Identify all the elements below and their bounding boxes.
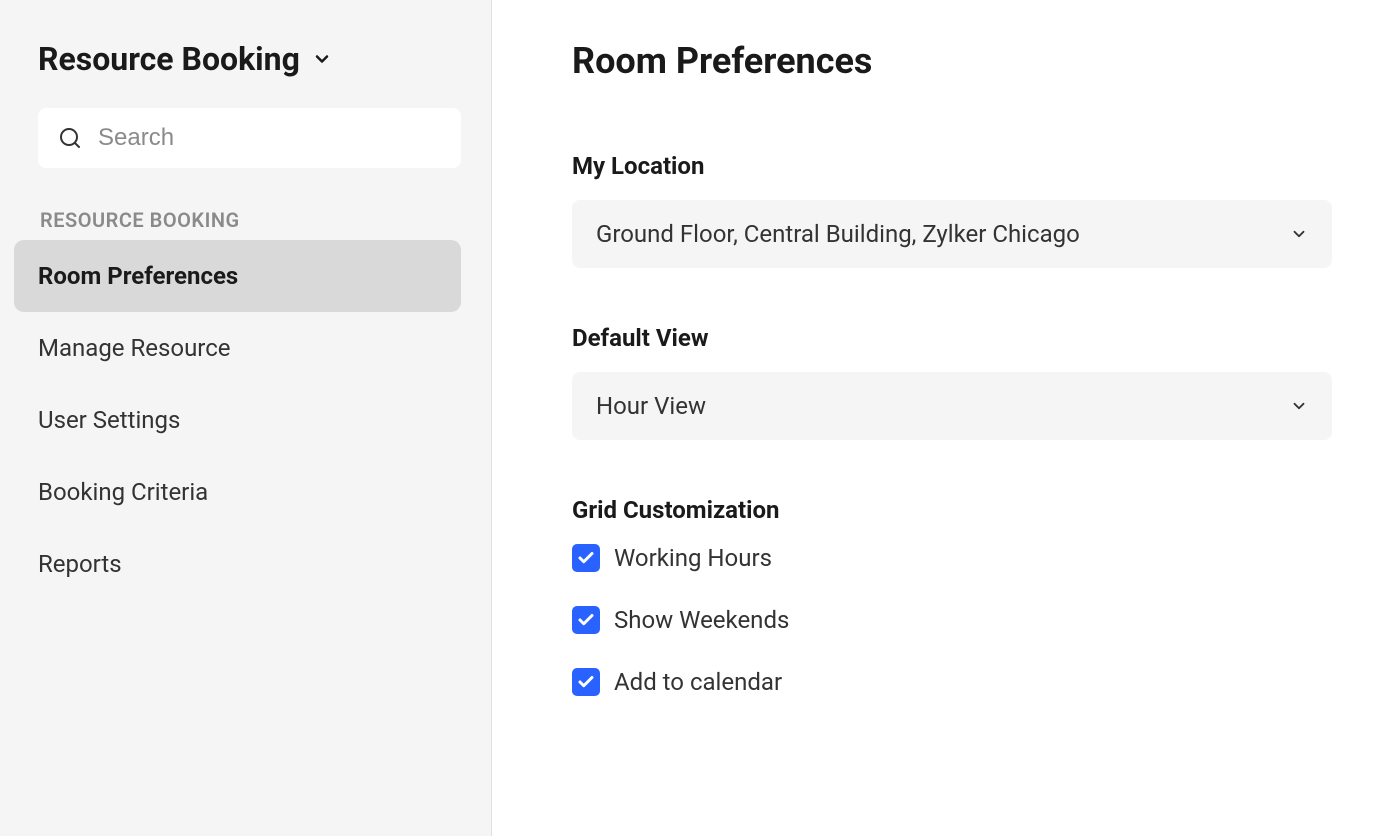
search-box[interactable] xyxy=(38,108,461,168)
search-input[interactable] xyxy=(98,124,441,152)
search-icon xyxy=(58,126,82,150)
sidebar-item-user-settings[interactable]: User Settings xyxy=(14,384,461,456)
sidebar-item-manage-resource[interactable]: Manage Resource xyxy=(14,312,461,384)
default-view-value: Hour View xyxy=(596,392,706,420)
sidebar-nav: Room Preferences Manage Resource User Se… xyxy=(14,240,461,600)
sidebar-title-dropdown[interactable]: Resource Booking xyxy=(38,40,461,78)
sidebar-section-label: RESOURCE BOOKING xyxy=(38,208,461,232)
check-icon xyxy=(577,549,595,567)
chevron-down-icon xyxy=(1290,397,1308,415)
check-icon xyxy=(577,673,595,691)
checkbox-show-weekends[interactable]: Show Weekends xyxy=(572,606,1336,634)
checkbox-label: Show Weekends xyxy=(614,606,789,634)
chevron-down-icon xyxy=(1290,225,1308,243)
checkbox-label: Working Hours xyxy=(614,544,772,572)
grid-customization-group: Grid Customization Working Hours Show We… xyxy=(572,496,1336,696)
checkbox-label: Add to calendar xyxy=(614,668,782,696)
default-view-label: Default View xyxy=(572,324,1336,352)
my-location-group: My Location Ground Floor, Central Buildi… xyxy=(572,152,1336,268)
checkbox-box xyxy=(572,668,600,696)
main-content: Room Preferences My Location Ground Floo… xyxy=(492,0,1396,836)
sidebar-item-reports[interactable]: Reports xyxy=(14,528,461,600)
sidebar-title-text: Resource Booking xyxy=(38,40,300,78)
checkbox-working-hours[interactable]: Working Hours xyxy=(572,544,1336,572)
my-location-label: My Location xyxy=(572,152,1336,180)
grid-customization-label: Grid Customization xyxy=(572,496,1336,524)
default-view-group: Default View Hour View xyxy=(572,324,1336,440)
sidebar-item-booking-criteria[interactable]: Booking Criteria xyxy=(14,456,461,528)
my-location-select[interactable]: Ground Floor, Central Building, Zylker C… xyxy=(572,200,1332,268)
my-location-value: Ground Floor, Central Building, Zylker C… xyxy=(596,220,1080,248)
page-title: Room Preferences xyxy=(572,40,1336,82)
checkbox-box xyxy=(572,606,600,634)
sidebar: Resource Booking RESOURCE BOOKING Room P… xyxy=(0,0,492,836)
checkbox-box xyxy=(572,544,600,572)
chevron-down-icon xyxy=(312,49,332,69)
check-icon xyxy=(577,611,595,629)
sidebar-item-room-preferences[interactable]: Room Preferences xyxy=(14,240,461,312)
checkbox-add-to-calendar[interactable]: Add to calendar xyxy=(572,668,1336,696)
default-view-select[interactable]: Hour View xyxy=(572,372,1332,440)
